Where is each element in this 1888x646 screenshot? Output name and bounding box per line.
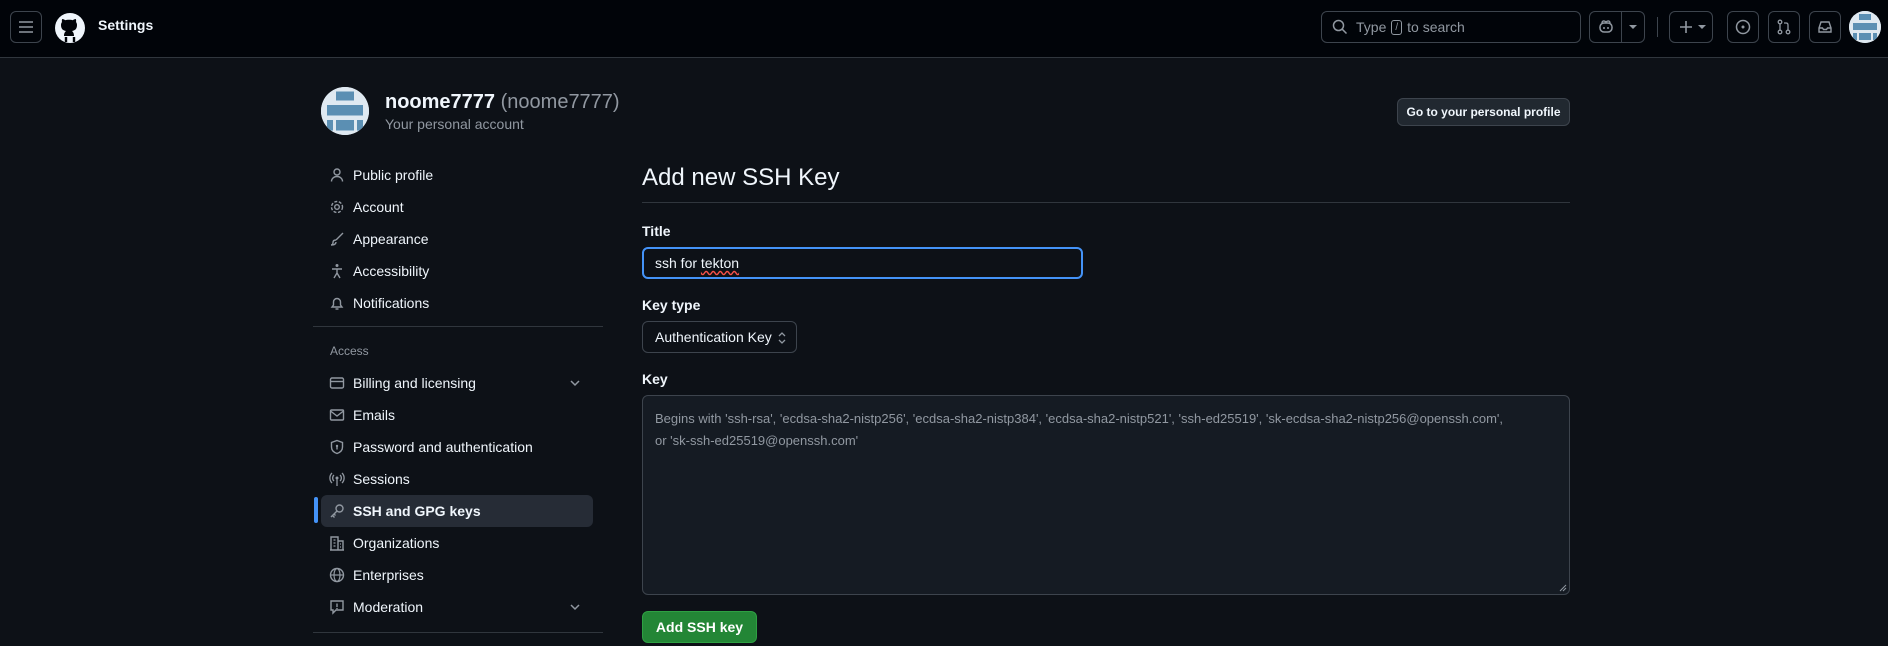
sidebar-item-organizations[interactable]: Organizations <box>321 527 593 559</box>
inbox-icon <box>1818 21 1832 33</box>
key-type-selected: Authentication Key <box>655 329 772 345</box>
sidebar-item-sessions[interactable]: Sessions <box>321 463 593 495</box>
key-textarea[interactable]: Begins with 'ssh-rsa', 'ecdsa-sha2-nistp… <box>642 395 1570 595</box>
active-nav-indicator <box>314 497 318 523</box>
search-icon <box>1332 19 1348 35</box>
key-type-label: Key type <box>642 297 701 313</box>
title-label: Title <box>642 223 671 239</box>
page-title: Add new SSH Key <box>642 164 840 191</box>
bell-icon <box>329 295 345 311</box>
sidebar-item-label: Enterprises <box>353 567 424 583</box>
search-shortcut-key: / <box>1391 19 1403 35</box>
select-caret-icon <box>778 332 786 344</box>
issues-button[interactable] <box>1727 11 1759 43</box>
sidebar-item-label: SSH and GPG keys <box>353 503 481 519</box>
chevron-down-icon <box>1698 25 1706 29</box>
organization-icon <box>329 535 345 551</box>
sidebar-item-label: Accessibility <box>353 263 430 279</box>
key-label: Key <box>642 371 668 387</box>
key-type-select[interactable]: Authentication Key <box>642 321 797 353</box>
menu-button[interactable] <box>10 11 42 43</box>
credit-card-icon <box>329 375 345 391</box>
hamburger-icon <box>19 21 33 33</box>
resize-handle-icon[interactable] <box>1559 584 1567 592</box>
title-field[interactable]: ssh for tekton <box>642 247 1083 279</box>
chevron-down-icon <box>570 380 580 387</box>
sidebar-item-enterprises[interactable]: Enterprises <box>321 559 593 591</box>
title-value-misspelled: tekton <box>700 255 740 271</box>
sidebar-item-label: Notifications <box>353 295 430 311</box>
personal-profile-button[interactable]: Go to your personal profile <box>1397 98 1570 126</box>
username-handle: (noome7777) <box>500 91 620 113</box>
sidebar-item-label: Appearance <box>353 231 429 247</box>
create-new-button[interactable] <box>1669 11 1713 43</box>
sidebar-item-label: Account <box>353 199 404 215</box>
sidebar-item-label: Emails <box>353 407 396 423</box>
sidebar-item-label: Public profile <box>353 167 434 183</box>
sidebar-item-ssh-gpg-keys[interactable]: SSH and GPG keys <box>321 495 593 527</box>
global-header: Settings Type / to search <box>0 0 1888 58</box>
add-ssh-key-button[interactable]: Add SSH key <box>642 611 757 643</box>
sidebar-item-emails[interactable]: Emails <box>321 399 593 431</box>
sidebar-group-access: Access <box>330 344 369 358</box>
sidebar-item-label: Password and authentication <box>353 439 533 455</box>
mail-icon <box>329 407 345 423</box>
header-divider <box>1657 17 1658 37</box>
sidebar-item-label: Sessions <box>353 471 410 487</box>
page-context-title[interactable]: Settings <box>98 17 153 33</box>
sidebar-divider <box>313 326 603 327</box>
chevron-down-icon <box>570 604 580 611</box>
sidebar-item-password[interactable]: Password and authentication <box>321 431 593 463</box>
sidebar-item-label: Organizations <box>353 535 440 551</box>
sidebar-item-notifications[interactable]: Notifications <box>321 287 593 319</box>
inbox-button[interactable] <box>1809 11 1841 43</box>
sidebar-item-moderation[interactable]: Moderation <box>321 591 593 623</box>
account-username[interactable]: noome7777 (noome7777) <box>385 91 620 114</box>
sidebar-item-billing[interactable]: Billing and licensing <box>321 367 593 399</box>
heading-divider <box>642 202 1570 203</box>
copilot-separator <box>1621 12 1622 42</box>
user-avatar[interactable] <box>1849 11 1881 43</box>
paintbrush-icon <box>329 231 345 247</box>
broadcast-icon <box>329 471 345 487</box>
shield-lock-icon <box>329 439 345 455</box>
pull-requests-button[interactable] <box>1768 11 1800 43</box>
issue-opened-icon <box>1735 19 1751 35</box>
globe-icon <box>329 567 345 583</box>
sidebar-item-appearance[interactable]: Appearance <box>321 223 593 255</box>
key-placeholder-line-2: or 'sk-ssh-ed25519@openssh.com' <box>655 433 859 448</box>
account-avatar <box>321 87 369 135</box>
accessibility-icon <box>329 263 345 279</box>
report-icon <box>329 599 345 615</box>
git-pull-request-icon <box>1777 19 1791 35</box>
username-text[interactable]: noome7777 <box>385 91 495 113</box>
sidebar-item-label: Moderation <box>353 599 424 615</box>
person-icon <box>329 167 345 183</box>
copilot-icon <box>1599 20 1613 33</box>
search-input[interactable]: Type / to search <box>1321 11 1581 43</box>
key-icon <box>329 503 345 519</box>
search-prefix: Type <box>1356 19 1387 35</box>
github-logo-icon[interactable] <box>54 12 86 44</box>
key-placeholder-line-1: Begins with 'ssh-rsa', 'ecdsa-sha2-nistp… <box>655 411 1503 426</box>
copilot-button[interactable] <box>1589 11 1645 43</box>
account-subtitle: Your personal account <box>385 116 524 132</box>
sidebar-item-accessibility[interactable]: Accessibility <box>321 255 593 287</box>
sidebar-divider <box>313 632 603 633</box>
gear-icon <box>329 199 345 215</box>
chevron-down-icon[interactable] <box>1628 22 1638 32</box>
plus-icon <box>1680 21 1692 33</box>
sidebar-item-public-profile[interactable]: Public profile <box>321 159 593 191</box>
title-value-text: ssh for <box>655 255 701 271</box>
search-suffix: to search <box>1407 19 1465 35</box>
sidebar-item-label: Billing and licensing <box>353 375 476 391</box>
sidebar-item-account[interactable]: Account <box>321 191 593 223</box>
